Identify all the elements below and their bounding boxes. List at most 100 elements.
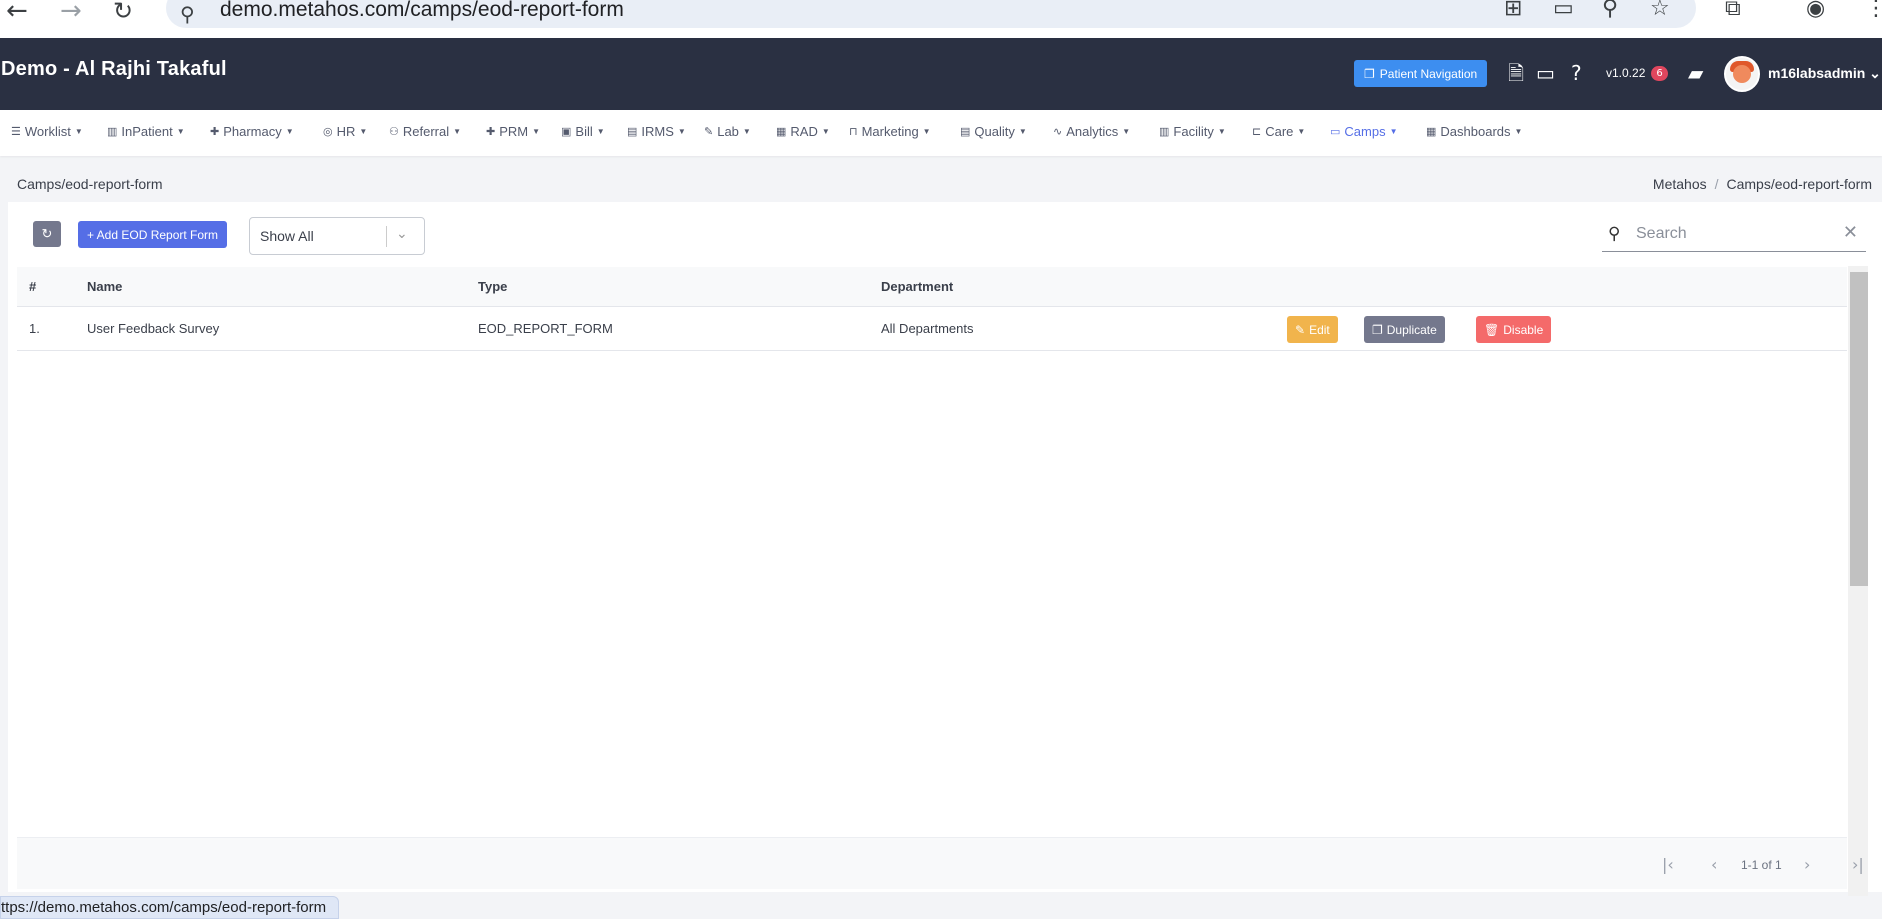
add-eod-report-form-button[interactable]: + Add EOD Report Form (78, 221, 228, 248)
column-header-type: Type (478, 279, 508, 294)
address-url[interactable]: demo.metahos.com/camps/eod-report-form (220, 0, 624, 22)
breadcrumb-item-metahos[interactable]: Metahos (1653, 176, 1707, 192)
menu-item-bill[interactable]: ▣ Bill ▼ (561, 124, 605, 139)
caret-down-icon: ▼ (677, 127, 686, 136)
checklist-icon: ▤ (960, 126, 971, 138)
menu-item-lab[interactable]: ✎ Lab ▼ (704, 124, 751, 139)
bed-icon: ⊏ (1252, 126, 1262, 138)
avatar[interactable] (1724, 56, 1760, 92)
user-menu[interactable]: m16labsadmin ⌄ (1768, 65, 1881, 82)
caret-down-icon: ▼ (1297, 127, 1306, 136)
duplicate-icon: ❐ (1372, 322, 1383, 337)
table-header: # Name Type Department (17, 267, 1847, 307)
help-icon[interactable]: ? (1571, 62, 1582, 84)
disable-button[interactable]: 🗑 Disable (1476, 316, 1552, 343)
caret-down-icon: ▼ (922, 127, 931, 136)
extensions-icon[interactable]: ⧉ (1725, 0, 1741, 20)
notification-badge[interactable]: 6 (1651, 66, 1668, 81)
user-circle-icon: ◎ (323, 126, 333, 138)
caret-down-icon: ▼ (821, 127, 830, 136)
next-page-icon[interactable]: › (1804, 855, 1810, 874)
row-department: All Departments (881, 321, 974, 336)
edit-button[interactable]: ✎ Edit (1287, 316, 1338, 343)
menu-item-quality[interactable]: ▤ Quality ▼ (960, 124, 1027, 139)
main-menu: ☰ Worklist ▼ ▥ InPatient ▼ ✚ Pharmacy ▼ ◎ HR ▼ ⚇… (0, 110, 1882, 156)
game-controller-icon[interactable]: ⊞ (1504, 0, 1522, 20)
users-icon: ⚇ (389, 126, 399, 138)
pagination: |‹ ‹ 1-1 of 1 › ›| (17, 837, 1864, 889)
scrollbar-thumb[interactable] (1850, 272, 1868, 586)
word-document-icon[interactable]: 🗎 (1508, 62, 1524, 84)
chat-icon[interactable]: ▰ (1688, 62, 1703, 84)
profile-icon[interactable]: ◉ (1806, 0, 1825, 20)
cast-icon[interactable]: ▭ (1553, 0, 1574, 20)
status-filter-select[interactable]: Show All ⌄ (249, 217, 425, 255)
id-card-icon: ▤ (627, 126, 638, 138)
building-icon: ▥ (1159, 126, 1170, 138)
search-box: ⚲ ✕ (1602, 218, 1866, 252)
breadcrumb-item-current: Camps/eod-report-form (1726, 176, 1873, 192)
zoom-icon[interactable]: ⚲ (1602, 0, 1618, 20)
back-arrow-icon[interactable]: ← (6, 0, 28, 24)
row-index: 1. (29, 321, 40, 336)
previous-page-icon[interactable]: ‹ (1711, 855, 1717, 874)
breadcrumb: Metahos / Camps/eod-report-form (1652, 176, 1873, 192)
site-settings-icon[interactable]: ⚲ (180, 2, 195, 26)
content-card: ↻ + Add EOD Report Form Show All ⌄ ⚲ ✕ #… (8, 202, 1882, 896)
menu-item-hr[interactable]: ◎ HR ▼ (323, 124, 367, 139)
status-filter-value: Show All (260, 228, 314, 244)
search-icon: ⚲ (1608, 224, 1621, 244)
menu-item-irms[interactable]: ▤ IRMS ▼ (627, 124, 686, 139)
caret-down-icon: ▼ (1018, 127, 1027, 136)
trash-icon: 🗑 (1484, 322, 1500, 337)
bookmark-star-icon[interactable]: ☆ (1650, 0, 1670, 20)
browser-toolbar: ← → ↻ ⚲ demo.metahos.com/camps/eod-repor… (0, 0, 1882, 38)
version-label: v1.0.22 (1606, 66, 1646, 80)
plus-icon: ✚ (210, 126, 220, 138)
window-icon[interactable]: ▭ (1536, 62, 1555, 84)
plus-icon: ✚ (486, 126, 496, 138)
menu-item-worklist[interactable]: ☰ Worklist ▼ (11, 124, 83, 139)
menu-item-dashboards[interactable]: ▦ Dashboards ▼ (1426, 124, 1522, 139)
bag-icon: ⊓ (849, 126, 858, 138)
menu-item-facility[interactable]: ▥ Facility ▼ (1159, 124, 1226, 139)
money-icon: ▣ (561, 126, 572, 138)
reload-icon[interactable]: ↻ (113, 0, 133, 23)
menu-item-pharmacy[interactable]: ✚ Pharmacy ▼ (210, 124, 294, 139)
pulse-icon: ∿ (1053, 126, 1063, 138)
caret-down-icon: ▼ (1122, 127, 1131, 136)
address-bar[interactable]: ⚲ demo.metahos.com/camps/eod-report-form (166, 0, 1696, 28)
menu-item-inpatient[interactable]: ▥ InPatient ▼ (107, 124, 185, 139)
app-header: Demo - Al Rajhi Takaful ❐ Patient Naviga… (0, 38, 1882, 110)
menu-item-care[interactable]: ⊏ Care ▼ (1252, 124, 1305, 139)
refresh-button[interactable]: ↻ (33, 221, 61, 247)
menu-item-rad[interactable]: ▦ RAD ▼ (776, 124, 830, 139)
caret-down-icon: ▼ (1389, 127, 1398, 136)
search-input[interactable] (1636, 223, 1836, 245)
app-title: Demo - Al Rajhi Takaful (1, 58, 227, 80)
refresh-icon: ↻ (41, 226, 53, 241)
menu-item-referral[interactable]: ⚇ Referral ▼ (389, 124, 461, 139)
forward-arrow-icon[interactable]: → (60, 0, 82, 24)
duplicate-button[interactable]: ❐ Duplicate (1364, 316, 1445, 343)
patient-navigation-button[interactable]: ❐ Patient Navigation (1354, 60, 1488, 87)
menu-item-marketing[interactable]: ⊓ Marketing ▼ (849, 124, 931, 139)
last-page-icon[interactable]: ›| (1852, 855, 1864, 874)
kebab-menu-icon[interactable]: ⋮ (1865, 0, 1882, 20)
close-icon[interactable]: ✕ (1843, 222, 1858, 243)
menu-item-camps[interactable]: ▭ Camps ▼ (1330, 124, 1398, 139)
caret-down-icon: ▼ (1514, 127, 1523, 136)
caret-down-icon: ▼ (742, 127, 751, 136)
menu-item-prm[interactable]: ✚ PRM ▼ (486, 124, 540, 139)
first-page-icon[interactable]: |‹ (1662, 855, 1674, 874)
menu-item-analytics[interactable]: ∿ Analytics ▼ (1053, 124, 1130, 139)
eod-report-table: # Name Type Department 1. User Feedback … (17, 267, 1847, 351)
caret-down-icon: ▼ (176, 127, 185, 136)
table-row: 1. User Feedback Survey EOD_REPORT_FORM … (17, 307, 1847, 351)
edit-icon: ✎ (1295, 322, 1306, 337)
caret-down-icon: ▼ (1217, 127, 1226, 136)
caret-down-icon: ▼ (532, 127, 541, 136)
table-scrollbar[interactable] (1848, 266, 1868, 896)
caret-down-icon: ▼ (285, 127, 294, 136)
column-header-name: Name (87, 279, 123, 294)
